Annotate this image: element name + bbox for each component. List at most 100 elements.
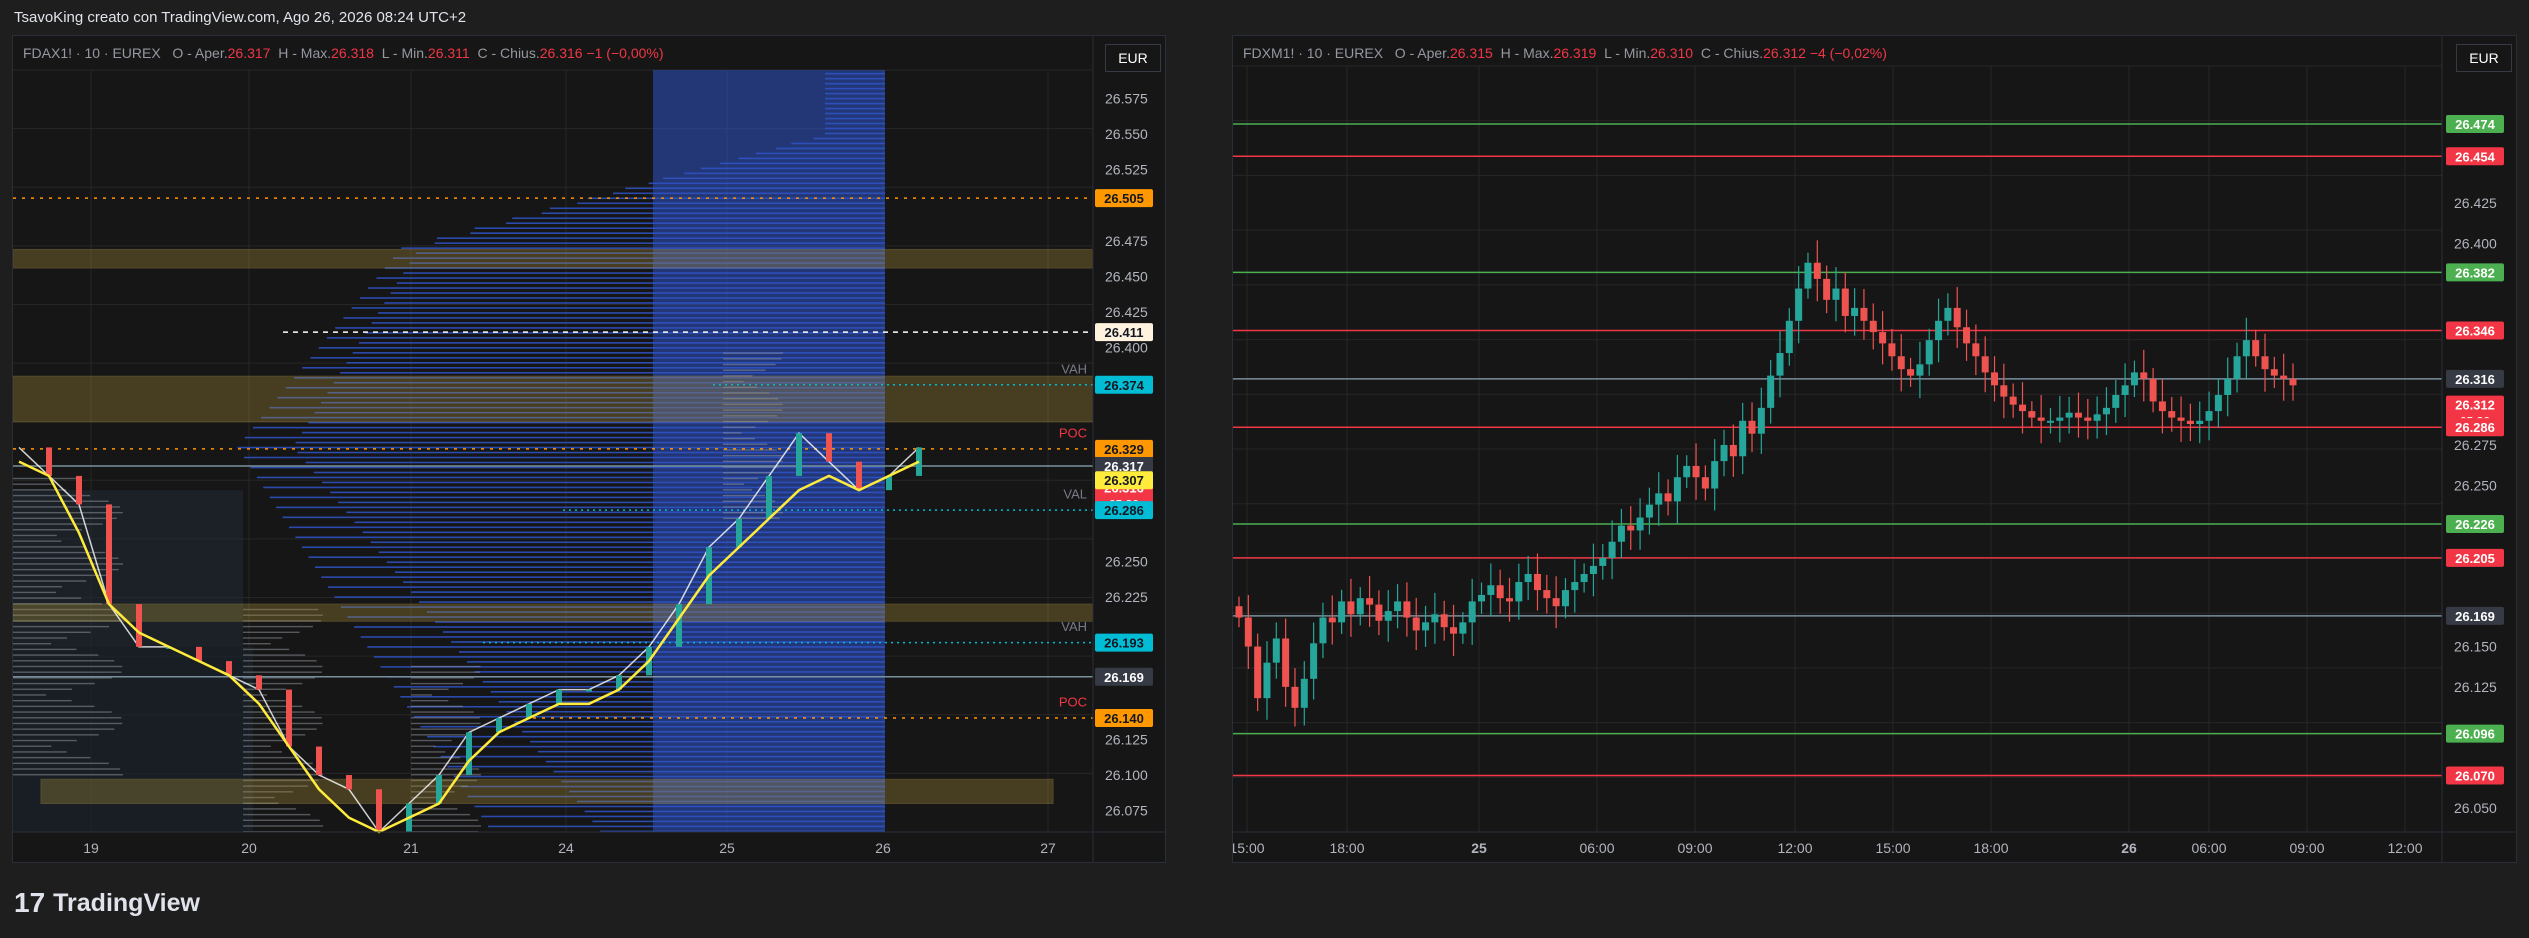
fdxm-currency-button[interactable]: EUR [2456, 44, 2512, 72]
fdax-session-profile-bar [723, 369, 766, 371]
fdxm-candle [2214, 394, 2222, 412]
fdxm-candle [1338, 601, 1346, 623]
fdxm-x-tick: 06:00 [2191, 840, 2226, 856]
fdxm-chart-svg[interactable]: 26.425 26.400 26.275 26.250 26.150 26.125 26.0… [1233, 36, 2516, 862]
fdxm-candle [2130, 372, 2138, 386]
fdax-session-profile-bar [723, 477, 758, 480]
fdax-session-profile-bar [723, 454, 783, 457]
fdax-high: 26.318 [331, 45, 374, 61]
fdax-session-profile-bar [13, 682, 95, 685]
fdxm-candle [1515, 582, 1523, 602]
fdax-candle [106, 504, 112, 605]
fdax-y-tick: 26.075 [1105, 803, 1148, 819]
fdax-annotation-label: POC [1059, 425, 1087, 440]
fdxm-candle [1972, 343, 1980, 357]
fdxm-candle [1851, 307, 1859, 316]
fdxm-candle [2149, 378, 2157, 402]
fdxm-candle [1478, 594, 1486, 602]
fdax-annotation-label: VAH [1061, 619, 1087, 634]
fdax-candle [856, 461, 862, 491]
fdxm-price-tag-label: 26.169 [2455, 609, 2495, 624]
fdax-zone [13, 603, 1094, 622]
fdxm-o-name: - Aper. [1409, 45, 1450, 61]
fdax-session-profile-bar [13, 699, 72, 702]
fdxm-candle [1440, 614, 1448, 628]
fdxm-candle [1431, 614, 1439, 623]
fdax-session-profile-bar [723, 489, 753, 491]
fdxm-candle [1561, 590, 1569, 607]
fdxm-y-tick: 26.250 [2454, 477, 2497, 493]
fdax-zone [13, 375, 1094, 423]
fdax-session-profile-bar [243, 808, 297, 810]
fdax-session-profile-bar [13, 631, 91, 633]
fdax-chart-panel[interactable]: VAH POC VAL VAH POC 26.575 26.550 26.525 26.475 2… [12, 35, 1166, 863]
fdxm-candle [1328, 617, 1336, 623]
fdxm-candle [1375, 604, 1383, 621]
fdxm-x-tick: 15:00 [1233, 840, 1265, 856]
fdax-session-profile-bar [13, 739, 77, 742]
fdxm-price-tag-label: 26.205 [2455, 551, 2495, 566]
fdax-c-name: - Chius. [491, 45, 540, 61]
fdxm-close: 26.312 [1763, 45, 1806, 61]
fdxm-price-tag-label: 26.346 [2455, 323, 2495, 338]
fdxm-candle [1412, 617, 1420, 631]
fdax-x-tick: 19 [83, 840, 99, 856]
fdax-session-profile-bar [13, 625, 110, 628]
fdax-annotation-label: VAL [1063, 487, 1087, 502]
fdax-candle [766, 475, 772, 519]
fdax-session-profile-bar [13, 734, 99, 736]
fdxm-candle [1450, 627, 1458, 634]
fdax-open: 26.317 [227, 45, 271, 61]
fdax-session-profile-bar [411, 819, 479, 822]
fdax-chart-svg[interactable]: VAH POC VAL VAH POC 26.575 26.550 26.525 26.475 2… [13, 36, 1165, 862]
fdax-zone [13, 248, 1094, 269]
fdxm-candle [1869, 320, 1877, 333]
fdxm-candle [1310, 643, 1318, 679]
fdxm-candle [2056, 417, 2064, 421]
fdax-legend: FDAX1! · 10 · EUREX O - Aper.26.317 H - … [23, 45, 664, 61]
fdxm-candle [1347, 601, 1355, 615]
fdax-candle [346, 775, 352, 790]
fdxm-candle [1543, 590, 1551, 599]
fdax-session-profile-bar [13, 648, 77, 651]
fdxm-candle [1888, 343, 1896, 357]
fdax-session-profile-bar [723, 358, 782, 360]
fdxm-x-tick: 12:00 [1777, 840, 1812, 856]
fdax-session-profile-bar [13, 489, 67, 491]
fdax-session-profile-bar [723, 460, 783, 463]
fdax-currency-button[interactable]: EUR [1105, 44, 1161, 72]
fdxm-candle [1580, 573, 1588, 583]
fdax-session-profile-bar [13, 586, 62, 588]
fdax-y-tick: 26.425 [1105, 304, 1148, 320]
fdax-l-name: - Min. [392, 45, 428, 61]
fdax-session-profile-bar [411, 756, 461, 759]
fdax-candle [46, 447, 52, 476]
fdax-session-profile-bar [411, 808, 458, 810]
fdxm-candle [1981, 356, 1989, 373]
fdxm-candle [1804, 262, 1812, 289]
fdxm-candle [1832, 288, 1840, 300]
fdax-session-profile-bar [243, 642, 271, 645]
fdxm-candle [1841, 288, 1849, 316]
fdax-h-name: - Max. [292, 45, 332, 61]
fdxm-c-name: - Chius. [1714, 45, 1764, 61]
fdxm-candle [1599, 557, 1607, 566]
fdax-price-tag-label: 26.307 [1104, 473, 1144, 488]
fdxm-candle [2177, 417, 2185, 421]
fdxm-candle [1907, 369, 1915, 376]
fdax-price-tag-label: 26.411 [1104, 325, 1143, 340]
fdxm-candle [2009, 396, 2017, 405]
fdax-candle [826, 433, 832, 462]
fdax-price-tag-label: 26.329 [1104, 442, 1144, 457]
fdax-session-profile-bar [723, 432, 742, 434]
fdxm-chart-panel[interactable]: 26.425 26.400 26.275 26.250 26.150 26.125 26.0… [1232, 35, 2517, 863]
fdax-price-tag-label: 26.505 [1104, 191, 1144, 206]
fdxm-candle [2019, 404, 2027, 412]
fdax-session-profile-bar [13, 568, 119, 571]
fdxm-candle [1356, 598, 1364, 615]
fdax-close: 26.316 [539, 45, 583, 61]
fdxm-price-tag-label: 26.070 [2455, 769, 2495, 784]
fdxm-candle [2140, 372, 2148, 379]
fdax-session-profile-bar [243, 751, 283, 753]
fdax-session-profile-bar [13, 557, 119, 559]
